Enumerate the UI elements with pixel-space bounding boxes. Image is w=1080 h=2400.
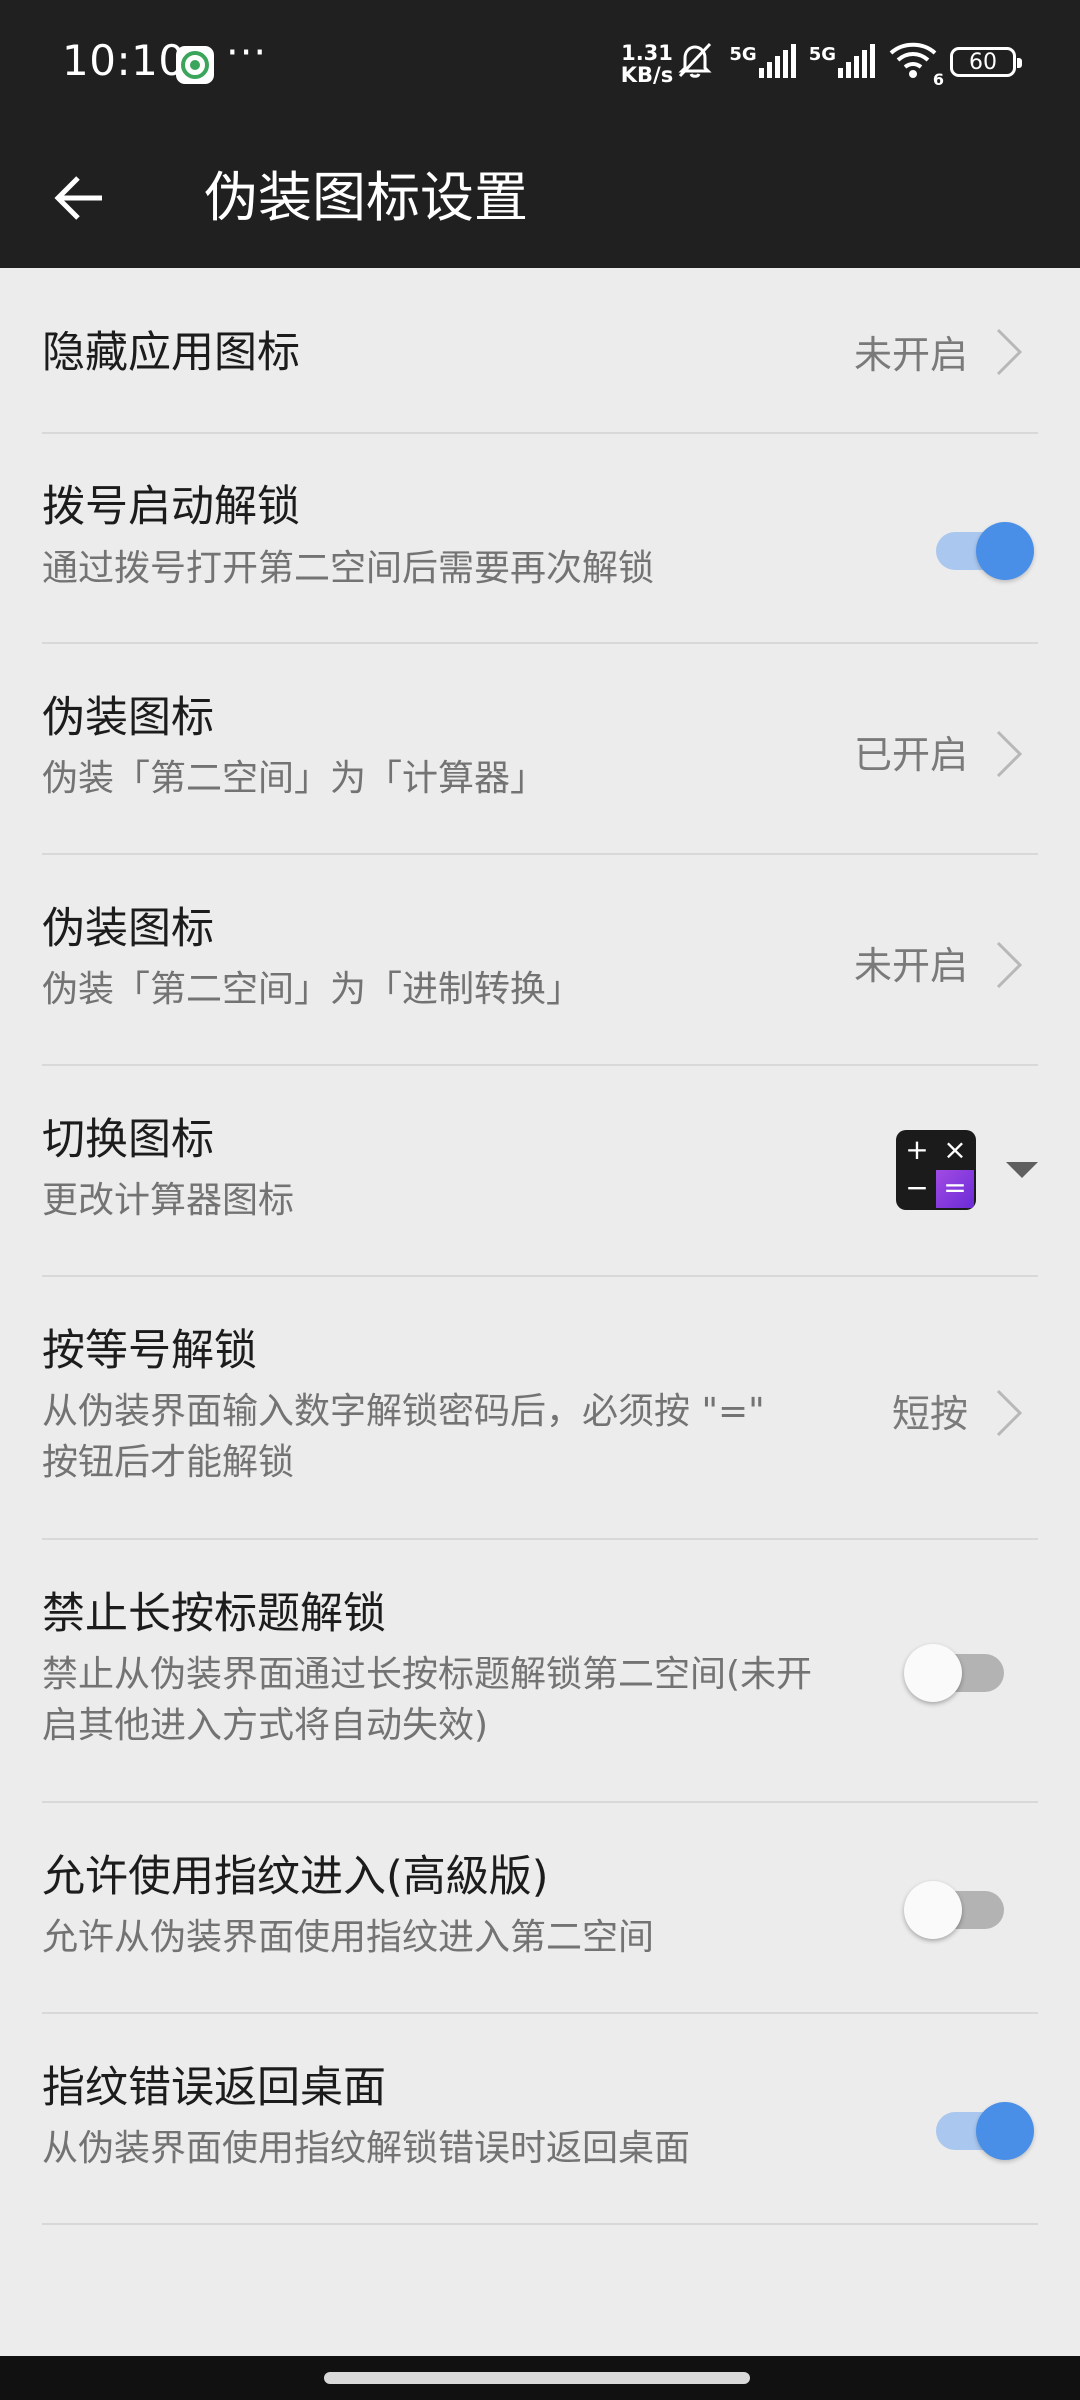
home-gesture-handle[interactable] — [324, 2372, 750, 2384]
setting-title: 允许使用指纹进入(高級版) — [42, 1852, 549, 1902]
bell-muted-icon — [673, 38, 717, 86]
back-arrow-icon[interactable] — [48, 166, 112, 230]
setting-title: 伪装图标 — [42, 693, 214, 743]
battery-icon: 60 — [950, 47, 1022, 77]
chevron-right-icon — [996, 730, 1023, 778]
toggle-switch-off[interactable] — [904, 1881, 1004, 1939]
toggle-switch-on[interactable] — [936, 2102, 1034, 2160]
setting-title: 按等号解锁 — [42, 1326, 257, 1376]
navigation-bar — [0, 2356, 1080, 2400]
battery-level: 60 — [969, 49, 997, 75]
wifi-badge: 6 — [932, 70, 944, 89]
toggle-switch-on[interactable] — [936, 522, 1034, 580]
setting-subtitle: 伪装「第二空间」为「进制转换」 — [42, 969, 583, 1010]
notification-app-icon — [176, 46, 214, 84]
calculator-app-icon[interactable]: + × − = — [896, 1130, 976, 1210]
toggle-switch-off[interactable] — [904, 1644, 1004, 1702]
setting-hide-app-icon[interactable]: 隐藏应用图标 未开启 — [42, 268, 1038, 434]
setting-title: 伪装图标 — [42, 904, 214, 954]
more-notifications-icon: ··· — [226, 30, 268, 76]
network-speed-unit: KB/s — [620, 63, 674, 87]
network-speed: 1.31 KB/s — [618, 42, 676, 86]
setting-value: 未开启 — [853, 333, 968, 377]
setting-disguise-converter[interactable]: 伪装图标 伪装「第二空间」为「进制转换」 未开启 — [42, 853, 1038, 1066]
setting-fingerprint-error-home[interactable]: 指纹错误返回桌面 从伪装界面使用指纹解锁错误时返回桌面 — [42, 2012, 1038, 2225]
setting-value: 未开启 — [853, 944, 968, 988]
setting-subtitle: 伪装「第二空间」为「计算器」 — [42, 758, 547, 799]
setting-value: 短按 — [891, 1392, 968, 1436]
signal-5g-icon-2: 5G — [809, 44, 876, 80]
setting-dial-unlock[interactable]: 拨号启动解锁 通过拨号打开第二空间后需要再次解锁 — [42, 432, 1038, 644]
setting-switch-icon[interactable]: 切换图标 更改计算器图标 + × − = — [42, 1064, 1038, 1277]
setting-equals-unlock[interactable]: 按等号解锁 从伪装界面输入数字解锁密码后，必须按 "=" 按钮后才能解锁 短按 — [42, 1275, 1038, 1540]
status-time: 10:10 — [62, 36, 186, 85]
setting-disguise-calculator[interactable]: 伪装图标 伪装「第二空间」为「计算器」 已开启 — [42, 642, 1038, 855]
setting-disable-long-press-unlock[interactable]: 禁止长按标题解锁 禁止从伪装界面通过长按标题解锁第二空间(未开 启其他进入方式将… — [42, 1538, 1038, 1803]
setting-subtitle: 通过拨号打开第二空间后需要再次解锁 — [42, 548, 655, 589]
page-title: 伪装图标设置 — [204, 166, 528, 229]
wifi-icon: 6 — [888, 41, 944, 89]
setting-title: 隐藏应用图标 — [42, 328, 300, 378]
dropdown-arrow-icon[interactable] — [1006, 1162, 1038, 1180]
setting-title: 指纹错误返回桌面 — [42, 2063, 386, 2113]
signal-5g-icon-1: 5G — [729, 44, 796, 80]
setting-title: 切换图标 — [42, 1115, 214, 1165]
setting-subtitle-line2: 启其他进入方式将自动失效) — [42, 1705, 489, 1746]
setting-subtitle: 从伪装界面使用指纹解锁错误时返回桌面 — [42, 2128, 691, 2169]
setting-title: 禁止长按标题解锁 — [42, 1589, 386, 1639]
setting-subtitle-line1: 禁止从伪装界面通过长按标题解锁第二空间(未开 — [42, 1654, 813, 1695]
network-speed-value: 1.31 — [621, 41, 673, 65]
status-bar: 10:10 ··· 1.31 KB/s 5G 5G 6 60 — [0, 0, 1080, 130]
chevron-right-icon — [996, 328, 1023, 376]
setting-value: 已开启 — [853, 733, 968, 777]
setting-subtitle-line2: 按钮后才能解锁 — [42, 1442, 295, 1483]
setting-subtitle: 更改计算器图标 — [42, 1180, 295, 1221]
chevron-right-icon — [996, 1389, 1023, 1437]
setting-subtitle: 允许从伪装界面使用指纹进入第二空间 — [42, 1917, 655, 1958]
setting-title: 拨号启动解锁 — [42, 482, 300, 532]
setting-subtitle-line1: 从伪装界面输入数字解锁密码后，必须按 "=" — [42, 1391, 765, 1432]
app-bar: 伪装图标设置 — [0, 130, 1080, 268]
setting-fingerprint-entry[interactable]: 允许使用指纹进入(高級版) 允许从伪装界面使用指纹进入第二空间 — [42, 1801, 1038, 2014]
chevron-right-icon — [996, 941, 1023, 989]
